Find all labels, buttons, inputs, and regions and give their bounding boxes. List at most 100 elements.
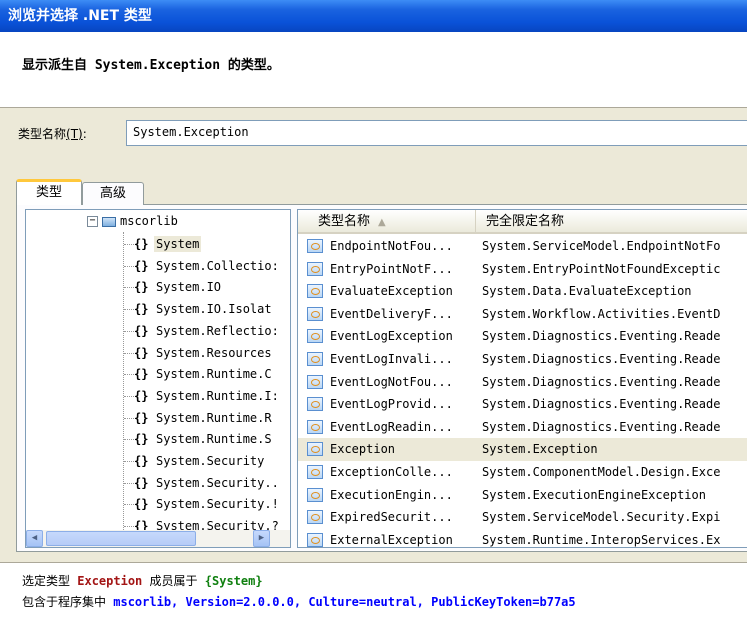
class-icon: [307, 284, 323, 299]
tree-connector-line: [124, 504, 134, 506]
assembly-name: mscorlib, Version=2.0.0.0, Culture=neutr…: [113, 595, 576, 609]
tree-connector-line: [124, 417, 134, 419]
tree-item-label: System.IO.Isolat: [156, 302, 272, 317]
collapse-icon[interactable]: −: [87, 216, 98, 227]
tab-advanced[interactable]: 高级: [82, 182, 144, 205]
full-name-cell: System.ExecutionEngineException: [482, 487, 706, 502]
type-list-row[interactable]: EventLogProvid... System.Diagnostics.Even…: [298, 393, 747, 416]
tree-item-namespace[interactable]: {} System.Runtime.I:: [134, 385, 281, 407]
column-header-type-name[interactable]: 类型名称 ▲: [298, 210, 476, 232]
window-title: 浏览并选择 .NET 类型: [0, 0, 747, 32]
type-name-label-text: 类型名称: [18, 127, 67, 141]
class-icon: [307, 239, 323, 253]
class-icon: [307, 465, 323, 479]
tree-item-label: System.Runtime.S: [156, 432, 272, 447]
type-name-cell: Exception: [330, 442, 396, 457]
tree-item-label: System.Runtime.R: [156, 410, 272, 425]
class-icon: [307, 442, 323, 457]
namespace-icon: {}: [134, 302, 149, 317]
tree-root-node[interactable]: − mscorlib: [87, 214, 178, 228]
namespace-tree[interactable]: − mscorlib {} System {} System.Collectio: {} S…: [25, 209, 291, 548]
type-list-row[interactable]: EntryPointNotF... System.EntryPointNotFou…: [298, 258, 747, 281]
tree-root-label: mscorlib: [120, 214, 178, 228]
type-list-row[interactable]: Exception System.Exception: [298, 438, 747, 461]
type-list-row[interactable]: EvaluateException System.Data.EvaluateExc…: [298, 280, 747, 303]
type-list-row[interactable]: EventLogInvali... System.Diagnostics.Even…: [298, 348, 747, 371]
type-list-row[interactable]: EventLogNotFou... System.Diagnostics.Even…: [298, 371, 747, 394]
tree-item-namespace[interactable]: {} System.Collectio:: [134, 255, 281, 277]
description-line-2: 包含于程序集中 mscorlib, Version=2.0.0.0, Cultu…: [22, 593, 576, 610]
type-name-cell: EntryPointNotF...: [330, 261, 453, 276]
type-name-colon: :: [82, 127, 87, 141]
tree-item-namespace[interactable]: {} System.Security.!: [134, 493, 281, 515]
scroll-left-icon[interactable]: ◀: [26, 530, 43, 547]
namespace-icon: {}: [134, 475, 149, 490]
tree-item-namespace[interactable]: {} System.Runtime.S: [134, 428, 274, 450]
namespace-icon: {}: [134, 432, 149, 447]
horizontal-scroll-thumb[interactable]: [46, 531, 196, 546]
tree-item-namespace[interactable]: {} System.IO.Isolat: [134, 298, 274, 320]
full-name-cell: System.Data.EvaluateException: [482, 284, 692, 299]
tree-item-namespace[interactable]: {} System: [134, 233, 202, 255]
full-name-cell: System.ComponentModel.Design.Exce: [482, 465, 721, 479]
tree-item-namespace[interactable]: {} System.Runtime.R: [134, 407, 274, 429]
tree-item-label: System.Collectio:: [156, 258, 279, 273]
type-list-row[interactable]: ExceptionColle... System.ComponentModel.D…: [298, 461, 747, 484]
tree-item-namespace[interactable]: {} System.IO: [134, 276, 223, 298]
class-icon: [307, 329, 323, 344]
full-name-cell: System.Diagnostics.Eventing.Reade: [482, 374, 721, 389]
namespace-icon: {}: [134, 280, 149, 295]
tree-item-label: System.Security: [156, 454, 265, 468]
tree-horizontal-scrollbar[interactable]: ◀ ▶: [26, 530, 290, 547]
tab-types[interactable]: 类型: [16, 179, 82, 205]
type-list-row[interactable]: EventLogException System.Diagnostics.Even…: [298, 325, 747, 348]
namespace-icon: {}: [134, 345, 149, 360]
full-name-cell: System.EntryPointNotFoundExceptic: [482, 261, 721, 276]
type-name-cell: EndpointNotFou...: [330, 239, 453, 253]
column-header-full-name[interactable]: 完全限定名称: [476, 210, 564, 233]
class-icon: [307, 510, 323, 525]
type-list-row[interactable]: ExternalException System.Runtime.InteropS…: [298, 529, 747, 547]
tree-connector-line: [124, 265, 134, 267]
type-name-input[interactable]: System.Exception: [126, 120, 747, 146]
description-panel: 选定类型 Exception 成员属于 {System} 包含于程序集中 msc…: [0, 562, 747, 636]
type-name-cell: ExceptionColle...: [330, 465, 453, 479]
tree-item-namespace[interactable]: {} System.Runtime.C: [134, 363, 274, 385]
namespace-icon: {}: [134, 323, 149, 338]
tree-connector-line: [124, 309, 134, 311]
tree-item-namespace[interactable]: {} System.Resources: [134, 342, 274, 364]
selected-namespace: {System}: [204, 574, 263, 588]
header-text: 显示派生自 System.Exception 的类型。: [22, 58, 280, 73]
type-list-row[interactable]: EndpointNotFou... System.ServiceModel.End…: [298, 235, 747, 258]
type-list[interactable]: 类型名称 ▲ 完全限定名称 EndpointNotFou... System.Ser…: [297, 209, 747, 548]
type-name-cell: ExecutionEngin...: [330, 487, 453, 502]
class-icon: [307, 374, 323, 389]
tree-connector-line: [124, 330, 134, 332]
class-icon: [307, 261, 323, 276]
type-name-cell: EvaluateException: [330, 284, 453, 299]
header-banner: 显示派生自 System.Exception 的类型。: [0, 32, 747, 108]
type-name-label: 类型名称(T):: [18, 125, 87, 142]
scroll-right-icon[interactable]: ▶: [253, 530, 270, 547]
tree-item-namespace[interactable]: {} System.Security..: [134, 472, 281, 494]
tree-connector-line: [124, 374, 134, 376]
type-list-row[interactable]: EventDeliveryF... System.Workflow.Activit…: [298, 303, 747, 326]
full-name-cell: System.Workflow.Activities.EventD: [482, 306, 721, 321]
type-list-row[interactable]: ExecutionEngin... System.ExecutionEngineE…: [298, 484, 747, 507]
tree-item-label: System.Reflectio:: [156, 323, 279, 338]
namespace-icon: {}: [134, 258, 149, 273]
tree-item-namespace[interactable]: {} System.Reflectio:: [134, 320, 281, 342]
type-list-row[interactable]: ExpiredSecurit... System.ServiceModel.Sec…: [298, 506, 747, 529]
tree-item-namespace[interactable]: {} System.Security: [134, 450, 266, 472]
type-name-cell: EventDeliveryF...: [330, 306, 453, 321]
tree-connector-line: [124, 352, 134, 354]
type-name-cell: EventLogInvali...: [330, 352, 453, 366]
tree-item-label: System.Runtime.I:: [156, 388, 279, 403]
selected-type-name: Exception: [77, 574, 143, 588]
tree-connector-line: [124, 482, 134, 484]
tree-connector-line: [124, 461, 134, 462]
namespace-icon: {}: [134, 388, 149, 403]
type-name-cell: ExpiredSecurit...: [330, 510, 453, 525]
tree-item-label: System.Resources: [156, 345, 272, 360]
type-list-row[interactable]: EventLogReadin... System.Diagnostics.Even…: [298, 416, 747, 439]
